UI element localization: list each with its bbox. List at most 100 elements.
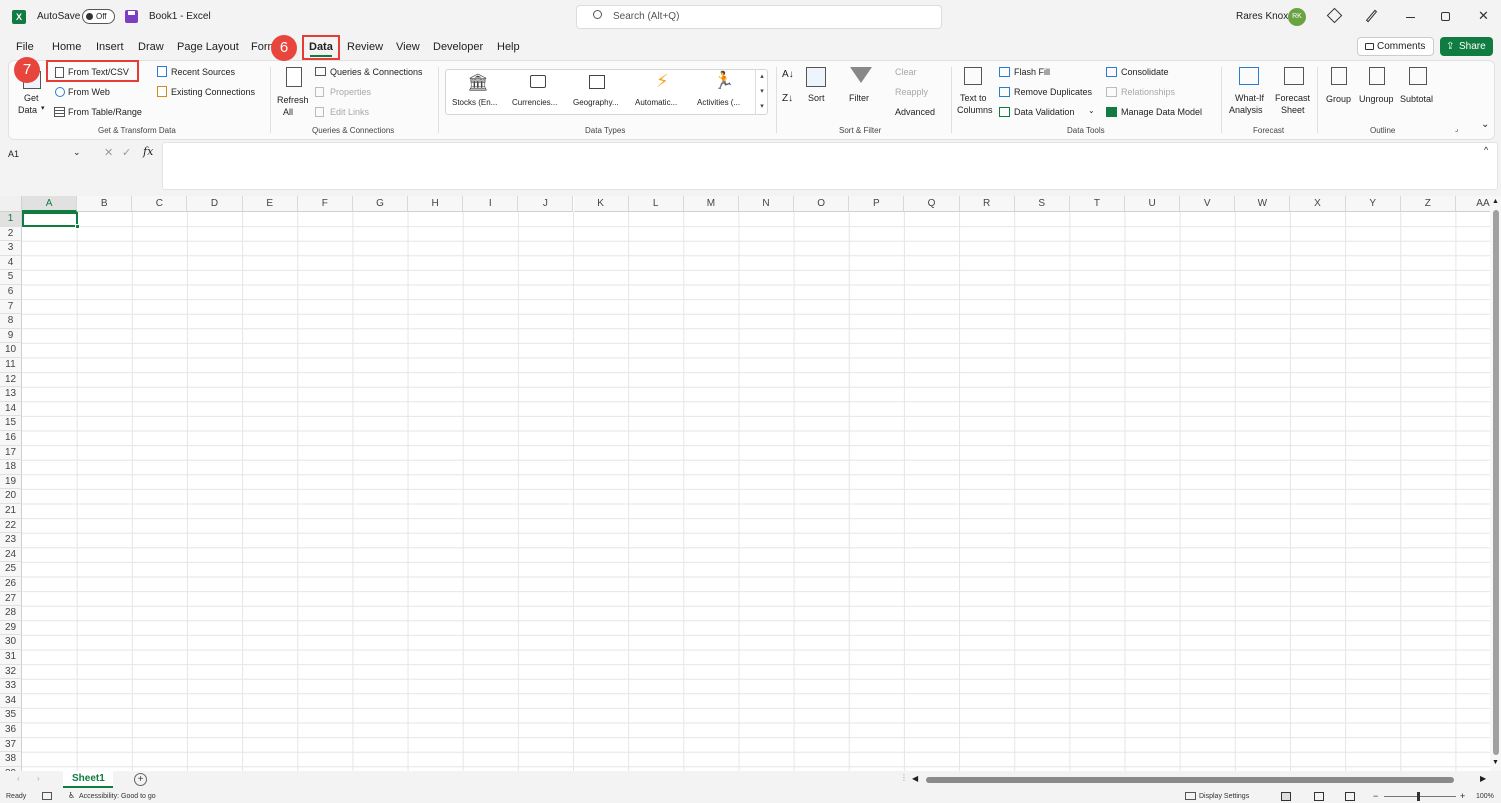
cancel-icon[interactable]: ✕: [104, 146, 113, 159]
tab-page-layout[interactable]: Page Layout: [177, 34, 239, 60]
restore-icon[interactable]: [1441, 12, 1450, 21]
get-data-button[interactable]: Get: [24, 92, 39, 104]
refresh-all-dropdown[interactable]: All: [283, 106, 293, 118]
zoom-out-icon[interactable]: −: [1373, 790, 1378, 803]
search-box[interactable]: Search (Alt+Q): [576, 5, 942, 29]
from-table-range-button[interactable]: From Table/Range: [68, 106, 142, 118]
save-icon[interactable]: [125, 10, 138, 23]
row-header[interactable]: 26: [0, 577, 22, 592]
clear-filter-button[interactable]: Clear: [895, 66, 917, 78]
scroll-down-icon[interactable]: ▼: [1492, 759, 1499, 766]
row-header[interactable]: 33: [0, 679, 22, 694]
selected-cell-a1[interactable]: [22, 212, 78, 227]
column-header[interactable]: G: [352, 196, 409, 212]
column-header[interactable]: M: [683, 196, 739, 212]
sort-asc-icon[interactable]: A↓: [782, 69, 794, 80]
minimize-icon[interactable]: [1406, 17, 1415, 18]
row-header[interactable]: 1: [0, 212, 22, 227]
normal-view-icon[interactable]: [1281, 792, 1291, 801]
share-button[interactable]: ⇪ Share: [1440, 37, 1493, 56]
column-header[interactable]: I: [463, 196, 519, 212]
remove-duplicates-button[interactable]: Remove Duplicates: [1014, 86, 1092, 98]
accessibility-icon[interactable]: ♿: [68, 791, 75, 800]
scroll-up-icon[interactable]: ▲: [1492, 198, 1499, 205]
autosave-toggle[interactable]: Off: [82, 9, 115, 24]
accessibility-status[interactable]: Accessibility: Good to go: [79, 790, 156, 803]
chevron-down-icon[interactable]: ⌄: [73, 147, 81, 158]
row-header[interactable]: 31: [0, 650, 22, 665]
manage-data-model-button[interactable]: Manage Data Model: [1121, 106, 1202, 118]
gallery-scroll[interactable]: ▴ ▾ ▾: [755, 69, 768, 115]
row-header[interactable]: 5: [0, 270, 22, 285]
row-header[interactable]: 9: [0, 328, 22, 344]
sheet-next-icon[interactable]: ›: [37, 774, 40, 783]
tab-draw[interactable]: Draw: [138, 34, 164, 60]
properties-button[interactable]: Properties: [330, 86, 371, 98]
data-type-currencies[interactable]: Currencies...: [512, 97, 557, 109]
column-header[interactable]: E: [242, 196, 298, 212]
column-header[interactable]: N: [738, 196, 795, 212]
add-sheet-button[interactable]: +: [134, 773, 147, 786]
row-header[interactable]: 7: [0, 299, 22, 315]
row-header[interactable]: 6: [0, 285, 22, 300]
more-options-icon[interactable]: ⋮: [900, 773, 908, 782]
sort-button[interactable]: Sort: [808, 92, 825, 104]
forecast-sheet-label[interactable]: Sheet: [1281, 104, 1305, 116]
data-type-stocks[interactable]: Stocks (En...: [452, 97, 497, 109]
row-header[interactable]: 10: [0, 343, 22, 358]
column-header[interactable]: P: [849, 196, 905, 212]
chevron-up-icon[interactable]: ^: [1484, 145, 1488, 155]
tab-developer[interactable]: Developer: [433, 34, 483, 60]
zoom-level[interactable]: 100%: [1476, 790, 1494, 803]
tab-formulas[interactable]: Form: [251, 34, 273, 60]
column-header[interactable]: S: [1014, 196, 1070, 212]
macro-record-icon[interactable]: [42, 792, 52, 800]
sheet-prev-icon[interactable]: ‹: [17, 774, 20, 783]
column-header[interactable]: H: [408, 196, 464, 212]
column-header[interactable]: D: [187, 196, 243, 212]
row-header[interactable]: 19: [0, 474, 22, 490]
row-header[interactable]: 38: [0, 752, 22, 767]
row-header[interactable]: 24: [0, 547, 22, 563]
column-header[interactable]: L: [628, 196, 684, 212]
enter-icon[interactable]: ✓: [122, 146, 131, 159]
filter-button[interactable]: Filter: [849, 92, 869, 104]
insert-function-icon[interactable]: fx: [143, 145, 153, 158]
column-header[interactable]: Z: [1400, 196, 1456, 212]
recent-sources-button[interactable]: Recent Sources: [171, 66, 235, 78]
advanced-filter-button[interactable]: Advanced: [895, 106, 935, 118]
get-data-dropdown[interactable]: Data: [18, 104, 37, 116]
collapse-ribbon-icon[interactable]: ⌄: [1481, 119, 1489, 130]
edit-links-button[interactable]: Edit Links: [330, 106, 369, 118]
row-header[interactable]: 32: [0, 664, 22, 680]
column-header[interactable]: T: [1069, 196, 1125, 212]
row-header[interactable]: 37: [0, 737, 22, 753]
row-header[interactable]: 18: [0, 460, 22, 475]
row-header[interactable]: 23: [0, 533, 22, 548]
ungroup-button[interactable]: Ungroup: [1359, 93, 1394, 105]
user-name[interactable]: Rares Knox: [1236, 0, 1288, 34]
select-all-corner[interactable]: [0, 196, 22, 212]
row-header[interactable]: 35: [0, 708, 22, 723]
sort-desc-icon[interactable]: Z↓: [782, 93, 793, 104]
subtotal-button[interactable]: Subtotal: [1400, 93, 1433, 105]
zoom-in-icon[interactable]: +: [1460, 790, 1465, 803]
tab-view[interactable]: View: [396, 34, 420, 60]
row-header[interactable]: 36: [0, 723, 22, 738]
close-icon[interactable]: ✕: [1478, 8, 1489, 24]
column-header[interactable]: V: [1180, 196, 1236, 212]
data-type-automatic[interactable]: Automatic...: [635, 97, 677, 109]
scroll-left-icon[interactable]: ◀: [912, 774, 918, 783]
column-header[interactable]: J: [518, 196, 574, 212]
existing-connections-button[interactable]: Existing Connections: [171, 86, 255, 98]
row-header[interactable]: 2: [0, 226, 22, 242]
page-break-view-icon[interactable]: [1345, 792, 1355, 801]
what-if-analysis-button[interactable]: What-If: [1235, 92, 1264, 104]
display-settings-icon[interactable]: [1185, 792, 1196, 800]
tab-insert[interactable]: Insert: [96, 34, 124, 60]
reapply-button[interactable]: Reapply: [895, 86, 928, 98]
horizontal-scrollbar[interactable]: ◀ ▶: [912, 773, 1490, 786]
column-header[interactable]: Y: [1345, 196, 1401, 212]
data-type-activities[interactable]: Activities (...: [697, 97, 740, 109]
column-header[interactable]: A: [22, 196, 78, 212]
